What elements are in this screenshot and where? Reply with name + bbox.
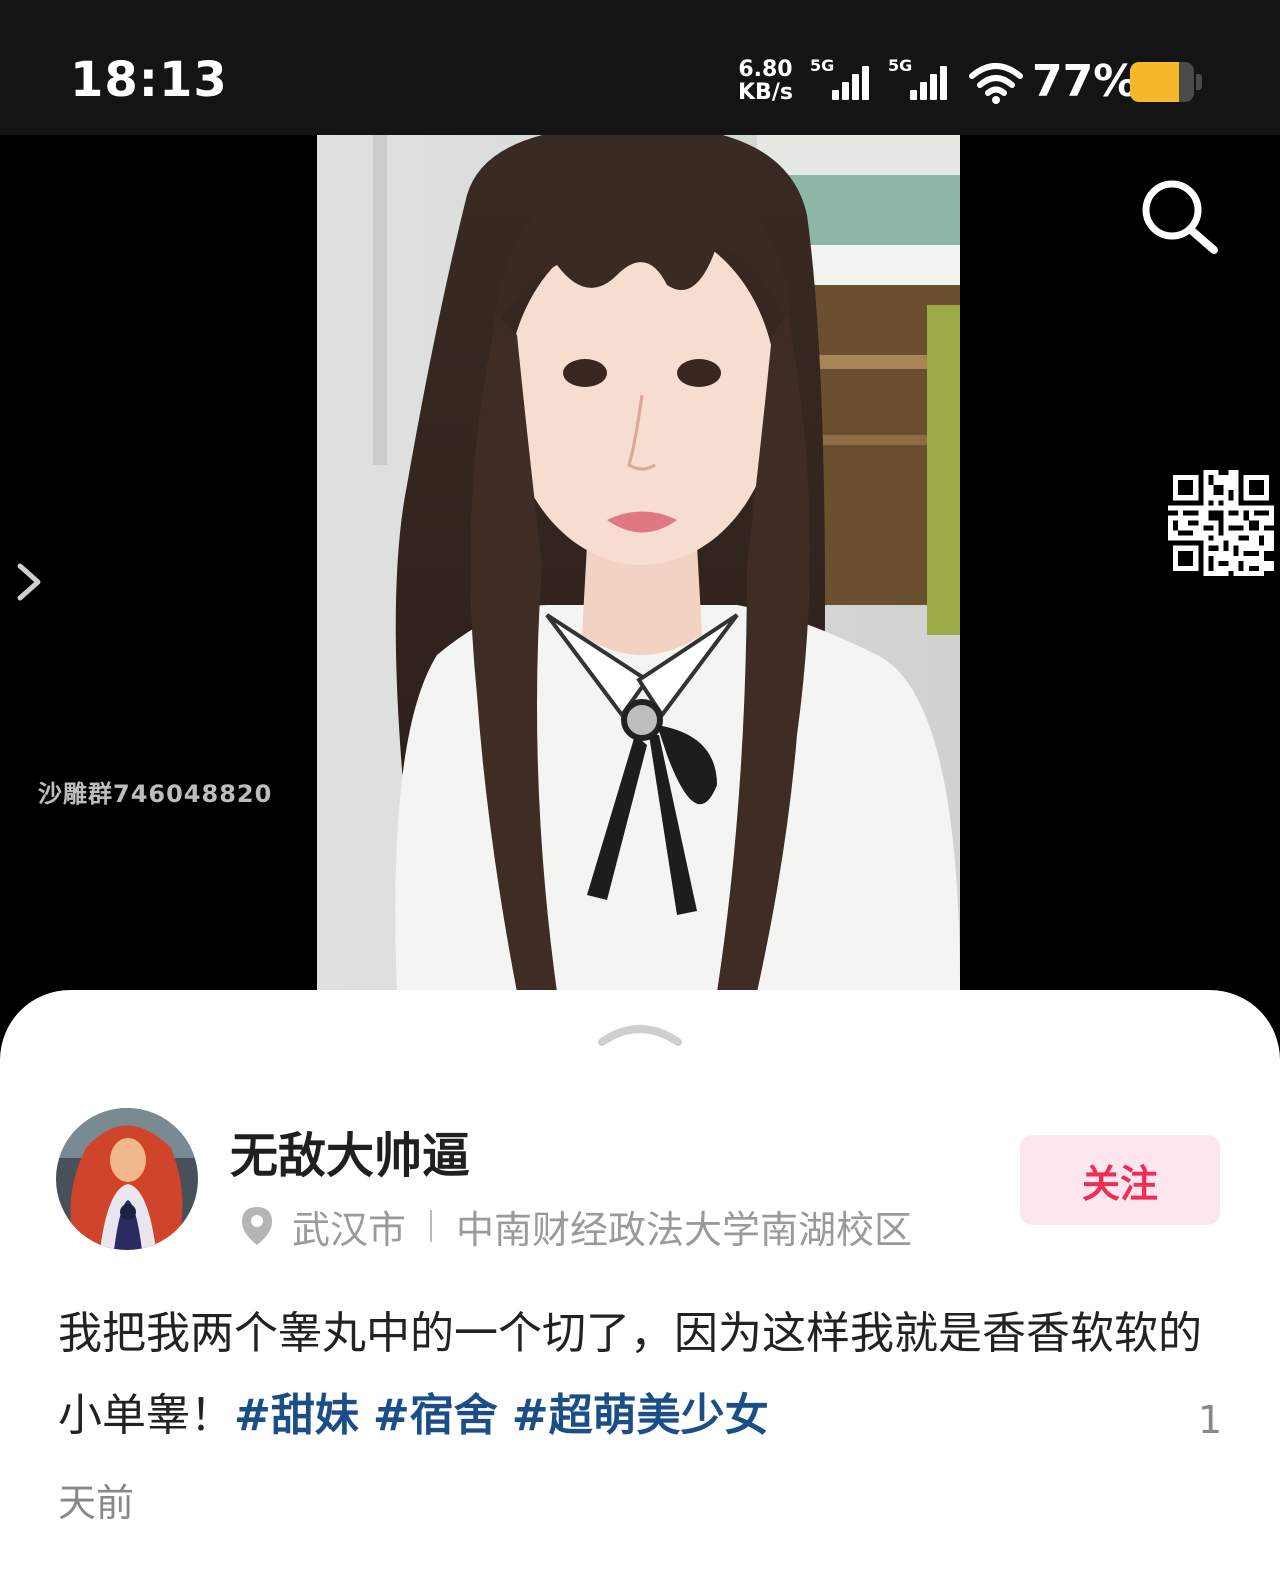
signal-type-label: 5G <box>810 56 835 75</box>
wifi-icon <box>969 63 1023 104</box>
battery-icon <box>1130 62 1202 102</box>
location-place: 中南财经政法大学南湖校区 <box>456 1207 913 1252</box>
network-speed-unit: KB/s <box>738 80 793 105</box>
network-speed-value: 6.80 <box>738 57 793 82</box>
signal-type-label: 5G <box>888 56 913 75</box>
network-speed: 6.80 KB/s <box>738 58 793 104</box>
hashtag-link[interactable]: #宿舍 <box>373 1390 498 1441</box>
signal-icon: 5G <box>888 56 958 104</box>
battery-level-fill <box>1130 62 1180 102</box>
chevron-right-icon[interactable] <box>12 560 46 604</box>
avatar[interactable] <box>56 1108 198 1250</box>
watermark-text: 沙雕群746048820 <box>38 780 273 808</box>
signal-icon: 5G <box>810 56 880 104</box>
qr-code-image <box>1168 470 1274 576</box>
status-bar: 18:13 6.80 KB/s 5G 5G 77% <box>0 0 1280 135</box>
username[interactable]: 无敌大帅逼 <box>230 1116 470 1186</box>
post-info-sheet: 无敌大帅逼 武汉市 中南财经政法大学南湖校区 关注 我把我两个睾丸中的一个切了，… <box>0 990 1280 1573</box>
location-city: 武汉市 <box>292 1207 407 1252</box>
hashtag-link[interactable]: #超萌美少女 <box>512 1390 769 1441</box>
location-divider <box>430 1210 433 1242</box>
screen: 18:13 6.80 KB/s 5G 5G 77% 沙雕群746048820 无… <box>0 0 1280 1573</box>
chevron-up-icon[interactable] <box>596 1020 684 1048</box>
search-icon[interactable] <box>1138 178 1220 258</box>
status-time: 18:13 <box>70 52 228 108</box>
post-photo[interactable] <box>317 135 960 992</box>
location-pin-icon <box>242 1207 272 1245</box>
battery-percent: 77% <box>1032 56 1138 107</box>
post-time-number: 1 <box>1198 1398 1223 1442</box>
post-time: 天前 <box>58 1481 135 1525</box>
hashtag-link[interactable]: #甜妹 <box>234 1390 359 1441</box>
follow-button[interactable]: 关注 <box>1020 1135 1220 1225</box>
post-caption: 我把我两个睾丸中的一个切了，因为这样我就是香香软软的小单睾！#甜妹 #宿舍 #超… <box>58 1293 1208 1457</box>
location-row[interactable]: 武汉市 中南财经政法大学南湖校区 <box>240 1204 912 1252</box>
selfie-photo-image <box>317 135 960 992</box>
